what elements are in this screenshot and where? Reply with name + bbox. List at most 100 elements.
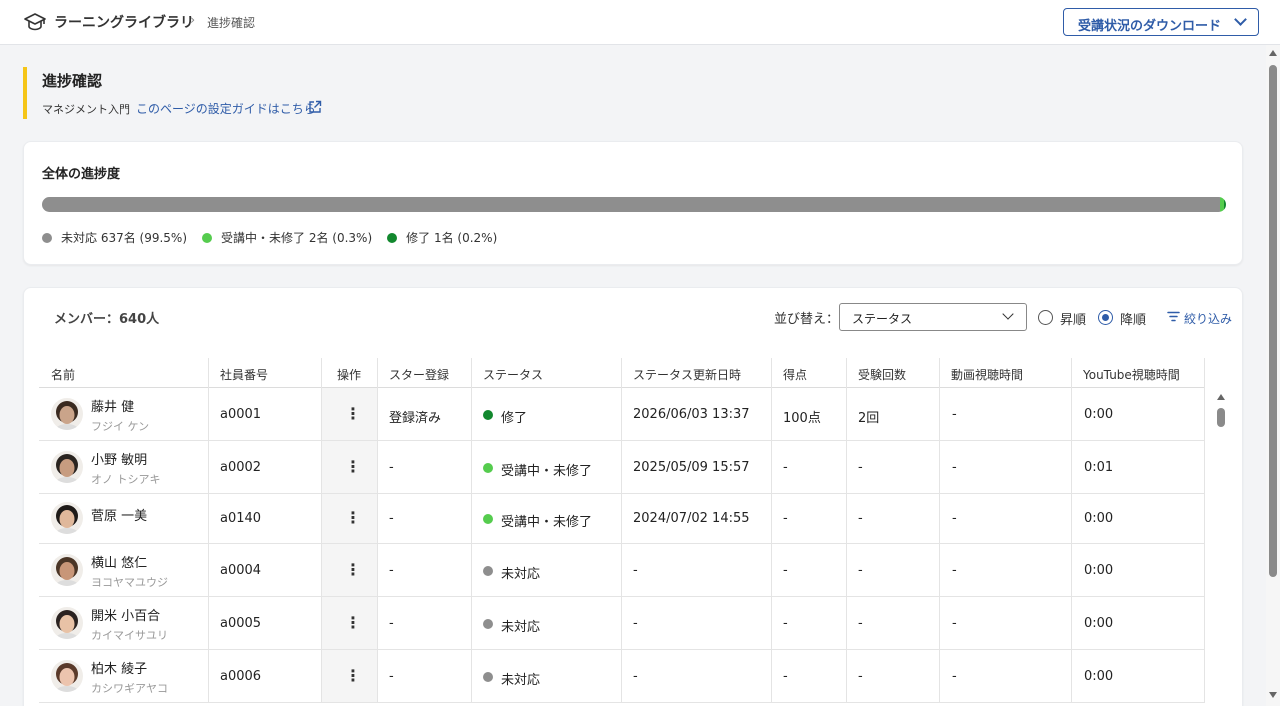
column-header-attempts-col: 受験回数 bbox=[858, 368, 907, 382]
status-updated: - bbox=[633, 563, 638, 578]
status-text: 未対応 bbox=[501, 620, 541, 635]
legend-item: 受講中・未修了 2名 (0.3%) bbox=[202, 229, 372, 246]
download-button[interactable]: 受講状況のダウンロード bbox=[1063, 8, 1259, 36]
column-divider bbox=[846, 358, 847, 703]
column-header-score-col: 得点 bbox=[783, 368, 808, 382]
breadcrumb-separator: › bbox=[190, 13, 196, 28]
column-header-video-col: 動画視聴時間 bbox=[951, 368, 1024, 382]
star-registration: - bbox=[389, 616, 394, 631]
column-header-op-col: 操作 bbox=[337, 368, 362, 382]
sort-desc-label[interactable]: 降順 bbox=[1120, 309, 1146, 328]
status-dot bbox=[483, 619, 493, 629]
score: 100点 bbox=[783, 411, 821, 426]
filter-label[interactable]: 絞り込み bbox=[1184, 310, 1232, 327]
youtube-watch-time: 0:00 bbox=[1084, 669, 1114, 684]
scrollbar-thumb[interactable] bbox=[1269, 65, 1277, 577]
attempt-count: - bbox=[858, 511, 863, 526]
legend-label: 受講中・未修了 2名 (0.3%) bbox=[221, 231, 373, 245]
status-text: 未対応 bbox=[501, 567, 541, 582]
top-bar: ラーニングライブラリ › 進捗確認 受講状況のダウンロード bbox=[0, 0, 1280, 45]
video-watch-time: - bbox=[952, 511, 957, 526]
progress-bar bbox=[42, 197, 1226, 212]
avatar bbox=[51, 660, 83, 692]
title-accent-bar bbox=[23, 67, 27, 119]
star-registration: - bbox=[389, 563, 394, 578]
legend-dot bbox=[42, 232, 52, 243]
column-divider bbox=[471, 358, 472, 703]
member-name[interactable]: 小野 敏明 bbox=[91, 449, 147, 468]
column-divider bbox=[321, 358, 322, 703]
graduation-cap-icon bbox=[24, 13, 46, 31]
youtube-watch-time: 0:00 bbox=[1084, 511, 1114, 526]
download-button-label: 受講状況のダウンロード bbox=[1078, 19, 1222, 34]
attempt-count: - bbox=[858, 669, 863, 684]
legend-label: 修了 1名 (0.2%) bbox=[406, 231, 498, 245]
video-watch-time: - bbox=[952, 460, 957, 475]
column-header-youtube-col: YouTube視聴時間 bbox=[1083, 368, 1180, 382]
score: - bbox=[783, 669, 788, 684]
video-watch-time: - bbox=[952, 669, 957, 684]
video-watch-time: - bbox=[952, 407, 957, 422]
member-name[interactable]: 菅原 一美 bbox=[91, 505, 147, 524]
column-header-updated-col: ステータス更新日時 bbox=[633, 368, 742, 382]
kebab-menu-icon[interactable]: ⋮ bbox=[345, 562, 361, 578]
sort-asc-label[interactable]: 昇順 bbox=[1060, 309, 1086, 328]
legend-dot bbox=[387, 232, 398, 243]
kebab-menu-icon[interactable]: ⋮ bbox=[345, 510, 361, 526]
status-dot bbox=[483, 410, 493, 420]
member-name[interactable]: 横山 悠仁 bbox=[91, 552, 147, 571]
kebab-menu-icon[interactable]: ⋮ bbox=[345, 459, 361, 475]
kebab-menu-icon[interactable]: ⋮ bbox=[345, 668, 361, 684]
member-name[interactable]: 柏木 綾子 bbox=[91, 658, 147, 677]
member-name[interactable]: 開米 小百合 bbox=[91, 605, 160, 624]
employee-number: a0006 bbox=[220, 669, 262, 684]
chevron-down-icon bbox=[1002, 308, 1014, 320]
score: - bbox=[783, 511, 788, 526]
scroll-up-icon[interactable] bbox=[1217, 394, 1225, 400]
employee-number: a0001 bbox=[220, 407, 262, 422]
member-kana: ヨコヤマユウジ bbox=[91, 576, 168, 589]
status-text: 受講中・未修了 bbox=[501, 515, 593, 530]
avatar bbox=[51, 398, 83, 430]
sort-label: 並び替え： bbox=[774, 312, 840, 327]
youtube-watch-time: 0:00 bbox=[1084, 407, 1114, 422]
status-dot bbox=[483, 672, 493, 682]
column-header-status-col: ステータス bbox=[483, 368, 544, 382]
column-divider bbox=[377, 358, 378, 703]
sort-select[interactable]: ステータス bbox=[839, 303, 1027, 331]
legend-label: 未対応 637名 (99.5%) bbox=[61, 231, 188, 245]
avatar bbox=[51, 607, 83, 639]
sort-desc-radio[interactable] bbox=[1098, 310, 1113, 325]
employee-number: a0002 bbox=[220, 460, 262, 475]
kebab-menu-icon[interactable]: ⋮ bbox=[345, 406, 361, 422]
settings-guide-link[interactable]: このページの設定ガイドはこちら bbox=[136, 100, 316, 117]
kebab-menu-icon[interactable]: ⋮ bbox=[345, 615, 361, 631]
scrollbar-thumb[interactable] bbox=[1217, 408, 1225, 427]
column-header-name-col: 名前 bbox=[51, 368, 76, 382]
table-scrollbar[interactable] bbox=[1214, 391, 1228, 706]
member-kana: カシワギアヤコ bbox=[91, 682, 168, 695]
star-registration: - bbox=[389, 511, 394, 526]
attempt-count: - bbox=[858, 460, 863, 475]
legend-dot bbox=[202, 232, 213, 243]
scroll-down-icon[interactable] bbox=[1269, 692, 1277, 698]
column-divider bbox=[939, 358, 940, 703]
scroll-up-icon[interactable] bbox=[1269, 50, 1277, 56]
member-kana: フジイ ケン bbox=[91, 420, 150, 433]
status-dot bbox=[483, 566, 493, 576]
avatar bbox=[51, 451, 83, 483]
page-scrollbar[interactable] bbox=[1266, 45, 1280, 706]
attempt-count: 2回 bbox=[858, 411, 880, 426]
brand-title[interactable]: ラーニングライブラリ bbox=[54, 12, 194, 32]
member-name[interactable]: 藤井 健 bbox=[91, 396, 134, 415]
star-registration: - bbox=[389, 669, 394, 684]
filter-icon[interactable] bbox=[1167, 311, 1180, 322]
status-updated: - bbox=[633, 616, 638, 631]
sort-asc-radio[interactable] bbox=[1038, 310, 1053, 325]
youtube-watch-time: 0:00 bbox=[1084, 563, 1114, 578]
member-count: メンバー：640人 bbox=[54, 312, 160, 327]
sort-select-value: ステータス bbox=[852, 312, 913, 326]
column-divider bbox=[771, 358, 772, 703]
external-link-icon[interactable] bbox=[308, 100, 322, 114]
video-watch-time: - bbox=[952, 616, 957, 631]
